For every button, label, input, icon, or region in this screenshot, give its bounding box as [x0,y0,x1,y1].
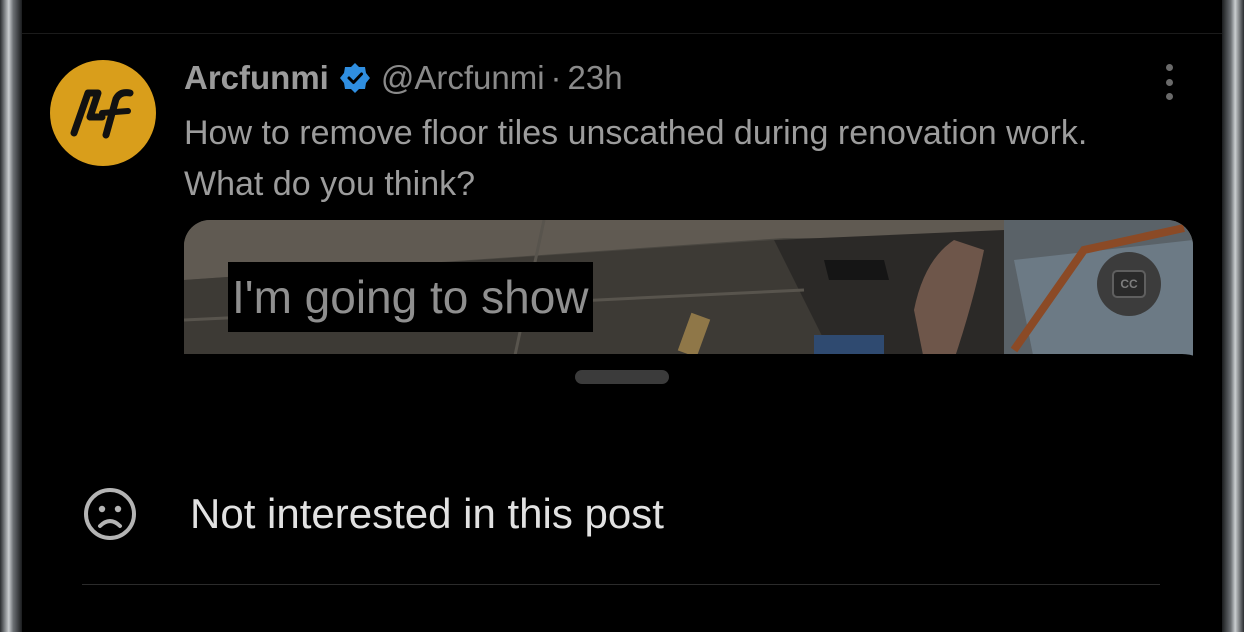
sheet-drag-handle[interactable] [575,370,669,384]
author-handle[interactable]: @Arcfunmi [381,59,545,97]
closed-captions-icon: CC [1112,270,1146,298]
author-name[interactable]: Arcfunmi [184,59,329,97]
device-frame-left [0,0,22,632]
sad-face-icon [84,488,136,540]
video-caption: I'm going to show [228,262,593,332]
not-interested-label: Not interested in this post [190,490,664,537]
verified-badge-icon [339,63,370,93]
post-header: Arcfunmi @Arcfunmi · 23h [184,56,623,100]
sheet-divider [82,584,1160,585]
arcfunmi-logo-icon [70,89,134,139]
phone-screen: Arcfunmi @Arcfunmi · 23h How to remove f… [22,0,1222,632]
video-preview[interactable]: I'm going to show CC [184,220,1193,360]
not-interested-option[interactable]: Not interested in this post [82,482,1162,546]
post-time: 23h [567,59,623,96]
device-frame-right [1222,0,1244,632]
closed-captions-button[interactable]: CC [1097,252,1161,316]
avatar[interactable] [50,60,156,166]
bottom-sheet: Not interested in this post [22,354,1222,632]
more-vertical-icon[interactable] [1164,64,1174,100]
post[interactable]: Arcfunmi @Arcfunmi · 23h How to remove f… [22,34,1222,364]
post-text: How to remove floor tiles unscathed duri… [184,114,1088,203]
meta-separator: · [550,59,562,96]
